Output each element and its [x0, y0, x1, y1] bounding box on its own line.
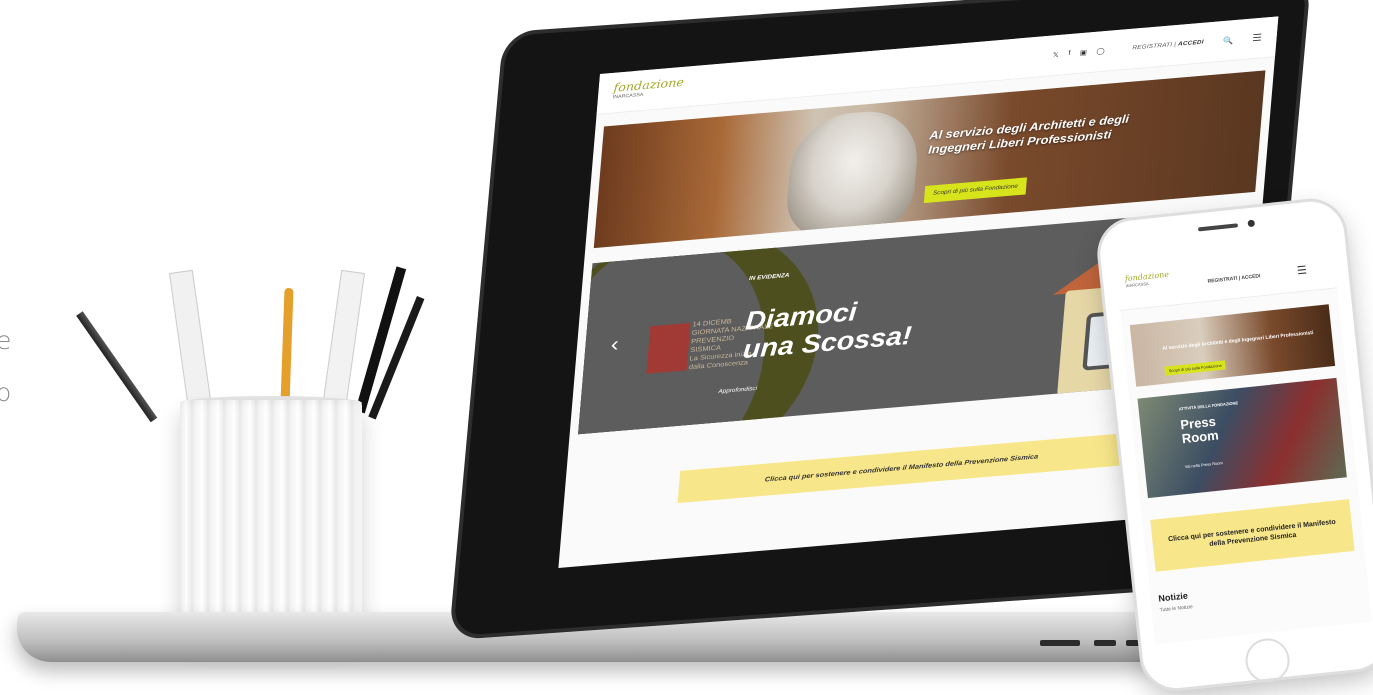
login-link[interactable]: ACCEDI: [1178, 40, 1204, 48]
search-icon[interactable]: 🔍: [1222, 36, 1233, 45]
hero-title: Al servizio degli Architetti e degli Ing…: [927, 112, 1130, 157]
site-logo[interactable]: fondazione INARCASSA: [612, 75, 685, 102]
all-news-link[interactable]: Tutte le Notizie: [1159, 604, 1193, 613]
phone-screen: fondazione INARCASSA REGISTRATI | ACCEDI…: [1115, 243, 1373, 645]
phone-manifesto-banner[interactable]: Clicca qui per sostenere e condividere i…: [1150, 499, 1355, 572]
hamburger-menu-icon[interactable]: ☰: [1296, 263, 1307, 277]
hero-cta-button[interactable]: Scopri di più sulla Fondazione: [923, 177, 1028, 204]
social-links: 𝕏 f ▣ ◯: [1052, 47, 1105, 59]
auth-links: REGISTRATI | ACCEDI: [1132, 39, 1204, 52]
press-room-link[interactable]: Vai nella Press Room: [1185, 460, 1223, 469]
news-heading: Notizie: [1157, 590, 1189, 604]
phone-mockup: fondazione INARCASSA REGISTRATI | ACCEDI…: [1097, 194, 1373, 692]
hamburger-menu-icon[interactable]: ☰: [1252, 32, 1262, 43]
side-text-line-1: e: [0, 326, 12, 355]
phone-auth-links[interactable]: REGISTRATI | ACCEDI: [1207, 273, 1260, 285]
prevenzione-logo: [646, 322, 691, 374]
instagram-icon[interactable]: ◯: [1096, 47, 1105, 55]
register-link[interactable]: REGISTRATI: [1132, 42, 1172, 51]
linkedin-icon[interactable]: ▣: [1080, 49, 1088, 57]
statue-image: [783, 107, 922, 242]
phone-hero-banner: Al servizio degli Architetti e degli Ing…: [1129, 304, 1336, 387]
side-text-line-2: o: [0, 378, 12, 407]
phone-header: fondazione INARCASSA REGISTRATI | ACCEDI…: [1115, 243, 1338, 312]
twitter-icon[interactable]: 𝕏: [1052, 51, 1059, 59]
facebook-icon[interactable]: f: [1068, 50, 1071, 58]
press-room-label: ATTIVITÀ DELLA FONDAZIONE: [1178, 400, 1239, 412]
phone-speaker: [1197, 223, 1239, 232]
manifesto-banner[interactable]: Clicca qui per sostenere e condividere i…: [677, 433, 1126, 504]
pencil-icon: [76, 311, 158, 423]
phone-camera: [1247, 219, 1256, 228]
phone-hero-cta-button[interactable]: Scopri di più sulla Fondazione: [1164, 360, 1227, 376]
phone-home-button: [1243, 636, 1292, 685]
press-room-banner: ATTIVITÀ DELLA FONDAZIONE Press Room Vai…: [1137, 377, 1347, 499]
press-room-title: Press Room: [1179, 413, 1220, 447]
phone-hero-title: Al servizio degli Architetti e degli Ing…: [1162, 329, 1314, 352]
phone-site-logo[interactable]: fondazione INARCASSA: [1124, 270, 1171, 290]
